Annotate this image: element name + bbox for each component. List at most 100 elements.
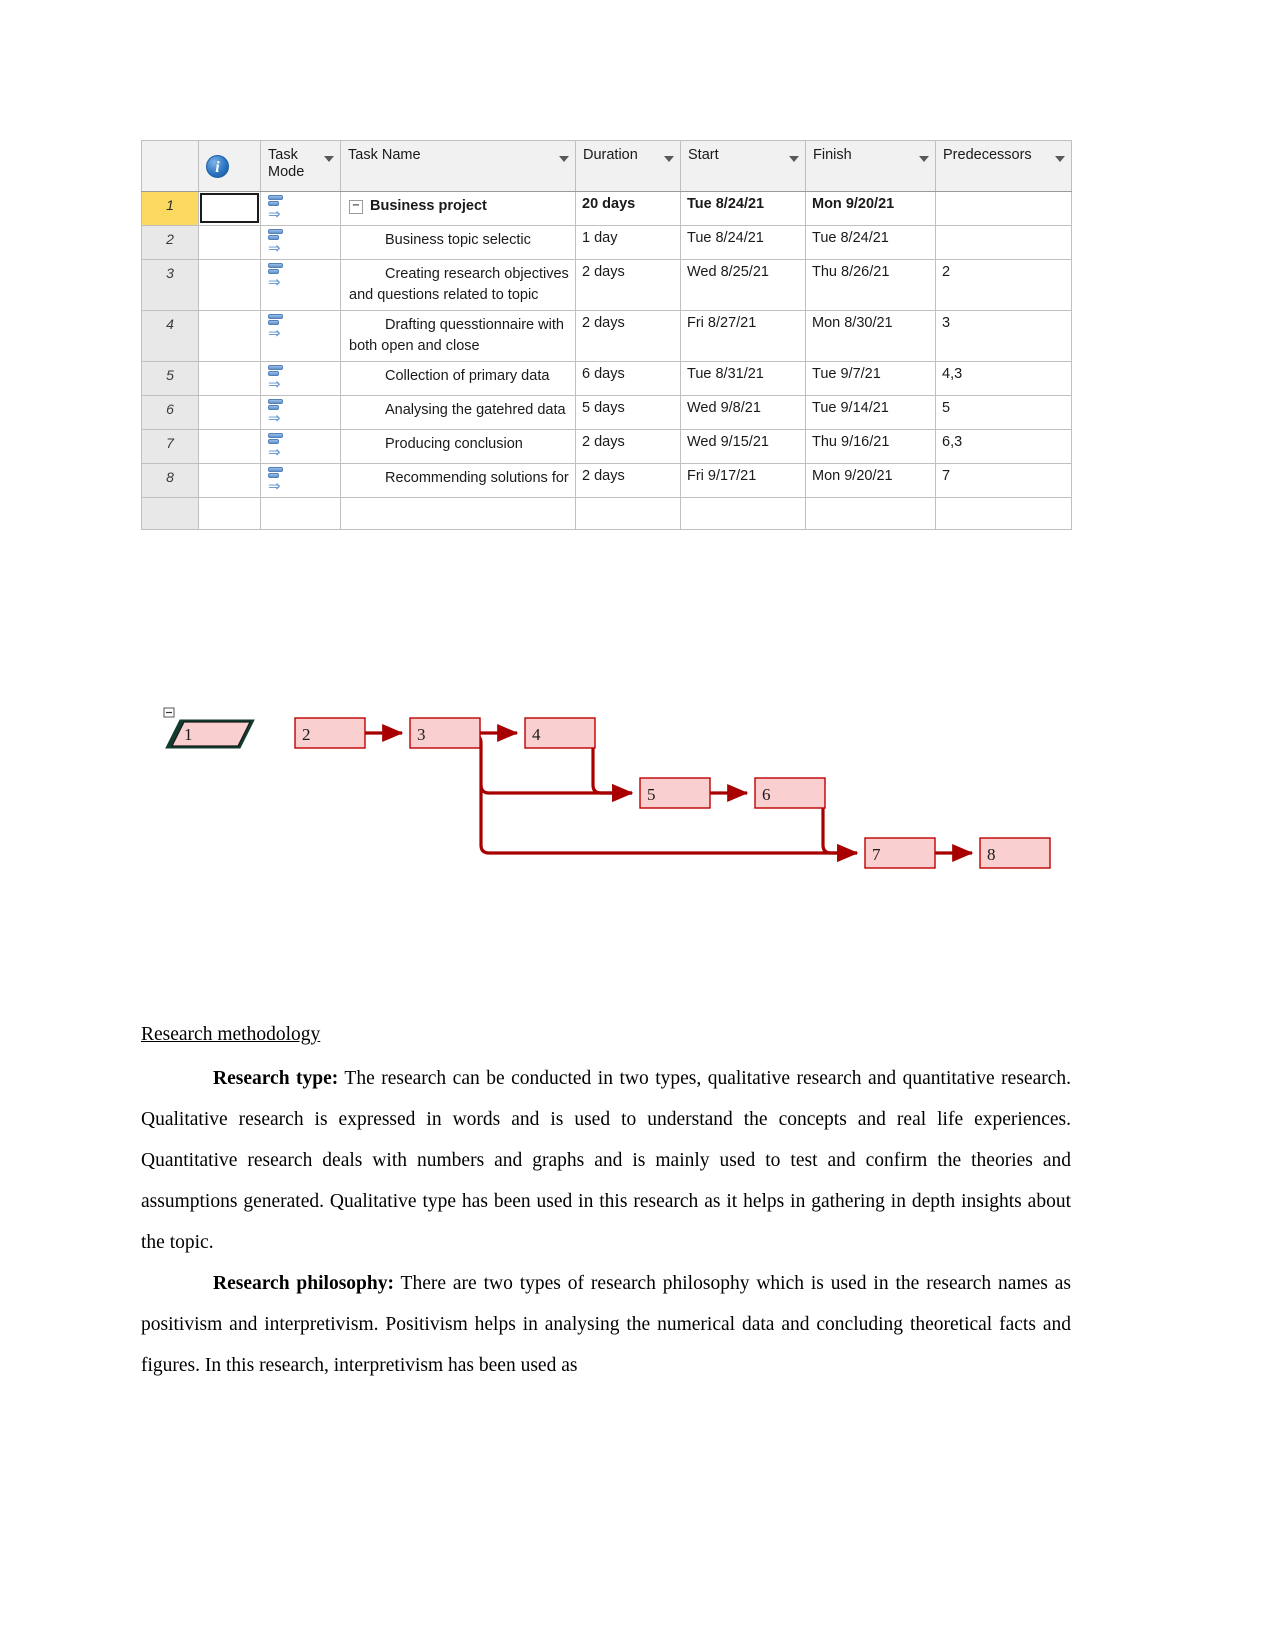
row-info-cell[interactable]: [198, 259, 261, 311]
row-start-cell[interactable]: Tue 8/31/21: [680, 361, 806, 396]
row-task-name-cell[interactable]: Producing conclusion: [340, 429, 576, 464]
row-duration-cell[interactable]: 20 days: [575, 191, 681, 226]
row-finish-cell[interactable]: Tue 9/14/21: [805, 395, 936, 430]
column-header-task-name[interactable]: Task Name: [340, 140, 576, 192]
row-task-name-cell[interactable]: − Business project: [340, 191, 576, 226]
collapse-expander-icon[interactable]: −: [349, 200, 363, 214]
row-start-cell[interactable]: Fri 8/27/21: [680, 310, 806, 362]
row-duration-cell[interactable]: 2 days: [575, 310, 681, 362]
row-task-name-cell[interactable]: Collection of primary data: [340, 361, 576, 396]
row-duration-cell[interactable]: 2 days: [575, 259, 681, 311]
row-info-cell[interactable]: [198, 497, 261, 530]
row-info-cell[interactable]: [198, 395, 261, 430]
row-task-name-cell[interactable]: [340, 497, 576, 530]
network-node-5[interactable]: 5: [639, 777, 711, 809]
table-row-empty[interactable]: [141, 497, 1072, 530]
row-index-cell[interactable]: 1: [141, 191, 199, 226]
row-task-name-cell[interactable]: Business topic selectic: [340, 225, 576, 260]
row-finish-cell[interactable]: Mon 9/20/21: [805, 191, 936, 226]
row-index-cell[interactable]: 3: [141, 259, 199, 311]
selected-cell-marker[interactable]: [200, 193, 259, 223]
row-info-cell[interactable]: [198, 361, 261, 396]
row-task-mode-cell[interactable]: ⇒: [260, 395, 341, 430]
row-task-mode-cell[interactable]: ⇒: [260, 225, 341, 260]
chevron-down-icon[interactable]: [789, 156, 799, 162]
row-predecessors-cell[interactable]: [935, 497, 1072, 530]
row-info-cell[interactable]: [198, 429, 261, 464]
row-duration-cell[interactable]: [575, 497, 681, 530]
row-duration-cell[interactable]: 2 days: [575, 463, 681, 498]
row-start-cell[interactable]: Tue 8/24/21: [680, 225, 806, 260]
table-row[interactable]: 8 ⇒ Recommending solutions for 2 days Fr…: [141, 463, 1072, 498]
row-duration-cell[interactable]: 6 days: [575, 361, 681, 396]
row-finish-cell[interactable]: Mon 9/20/21: [805, 463, 936, 498]
row-index-cell[interactable]: 5: [141, 361, 199, 396]
row-predecessors-cell[interactable]: 5: [935, 395, 1072, 430]
row-index-cell[interactable]: 7: [141, 429, 199, 464]
row-start-cell[interactable]: Fri 9/17/21: [680, 463, 806, 498]
row-finish-cell[interactable]: Thu 9/16/21: [805, 429, 936, 464]
network-node-6[interactable]: 6: [754, 777, 826, 809]
row-info-cell[interactable]: [198, 225, 261, 260]
table-row[interactable]: 1 ⇒ − Business project 20 days Tue 8/24/2…: [141, 191, 1072, 226]
row-finish-cell[interactable]: Thu 8/26/21: [805, 259, 936, 311]
row-start-cell[interactable]: [680, 497, 806, 530]
row-index-cell[interactable]: 4: [141, 310, 199, 362]
row-info-cell[interactable]: [198, 463, 261, 498]
table-row[interactable]: 5 ⇒ Collection of primary data 6 days Tu…: [141, 361, 1072, 396]
row-start-cell[interactable]: Wed 8/25/21: [680, 259, 806, 311]
row-predecessors-cell[interactable]: [935, 225, 1072, 260]
column-header-task-mode[interactable]: Task Mode: [260, 140, 341, 192]
table-row[interactable]: 3 ⇒ Creating research objectives and que…: [141, 259, 1072, 311]
table-row[interactable]: 6 ⇒ Analysing the gatehred data 5 days W…: [141, 395, 1072, 430]
row-predecessors-cell[interactable]: 2: [935, 259, 1072, 311]
table-row[interactable]: 4 ⇒ Drafting quesstionnaire with both op…: [141, 310, 1072, 362]
column-header-predecessors[interactable]: Predecessors: [935, 140, 1072, 192]
row-task-mode-cell[interactable]: ⇒: [260, 310, 341, 362]
chevron-down-icon[interactable]: [559, 156, 569, 162]
row-index-cell[interactable]: 8: [141, 463, 199, 498]
column-header-info[interactable]: i: [198, 140, 261, 192]
row-task-mode-cell[interactable]: ⇒: [260, 429, 341, 464]
row-predecessors-cell[interactable]: 3: [935, 310, 1072, 362]
chevron-down-icon[interactable]: [1055, 156, 1065, 162]
column-header-finish[interactable]: Finish: [805, 140, 936, 192]
row-finish-cell[interactable]: Tue 9/7/21: [805, 361, 936, 396]
column-header-duration[interactable]: Duration: [575, 140, 681, 192]
row-finish-cell[interactable]: [805, 497, 936, 530]
row-finish-cell[interactable]: Tue 8/24/21: [805, 225, 936, 260]
network-diagram[interactable]: 1 2 3 4 5 6 7 8: [150, 690, 1070, 880]
row-info-cell[interactable]: [198, 310, 261, 362]
table-row[interactable]: 7 ⇒ Producing conclusion 2 days Wed 9/15…: [141, 429, 1072, 464]
row-task-mode-cell[interactable]: ⇒: [260, 361, 341, 396]
row-duration-cell[interactable]: 5 days: [575, 395, 681, 430]
row-predecessors-cell[interactable]: 6,3: [935, 429, 1072, 464]
row-index-cell[interactable]: 6: [141, 395, 199, 430]
network-node-8[interactable]: 8: [979, 837, 1051, 869]
row-task-name-cell[interactable]: Analysing the gatehred data: [340, 395, 576, 430]
chevron-down-icon[interactable]: [919, 156, 929, 162]
chevron-down-icon[interactable]: [324, 156, 334, 162]
row-duration-cell[interactable]: 1 day: [575, 225, 681, 260]
row-task-name-cell[interactable]: Recommending solutions for: [340, 463, 576, 498]
row-duration-cell[interactable]: 2 days: [575, 429, 681, 464]
row-finish-cell[interactable]: Mon 8/30/21: [805, 310, 936, 362]
row-task-mode-cell[interactable]: [260, 497, 341, 530]
row-predecessors-cell[interactable]: 7: [935, 463, 1072, 498]
project-task-table[interactable]: i Task Mode Task Name Duration Start Fin…: [141, 140, 1072, 530]
row-task-mode-cell[interactable]: ⇒: [260, 463, 341, 498]
network-node-7[interactable]: 7: [864, 837, 936, 869]
column-header-start[interactable]: Start: [680, 140, 806, 192]
row-task-name-cell[interactable]: Drafting quesstionnaire with both open a…: [340, 310, 576, 362]
network-node-3[interactable]: 3: [409, 717, 481, 749]
row-task-mode-cell[interactable]: ⇒: [260, 191, 341, 226]
row-predecessors-cell[interactable]: 4,3: [935, 361, 1072, 396]
row-predecessors-cell[interactable]: [935, 191, 1072, 226]
row-index-cell[interactable]: 2: [141, 225, 199, 260]
network-node-2[interactable]: 2: [294, 717, 366, 749]
row-start-cell[interactable]: Tue 8/24/21: [680, 191, 806, 226]
row-info-cell[interactable]: [198, 191, 261, 226]
network-node-1[interactable]: 1: [163, 707, 255, 749]
row-task-name-cell[interactable]: Creating research objectives and questio…: [340, 259, 576, 311]
table-row[interactable]: 2 ⇒ Business topic selectic 1 day Tue 8/…: [141, 225, 1072, 260]
